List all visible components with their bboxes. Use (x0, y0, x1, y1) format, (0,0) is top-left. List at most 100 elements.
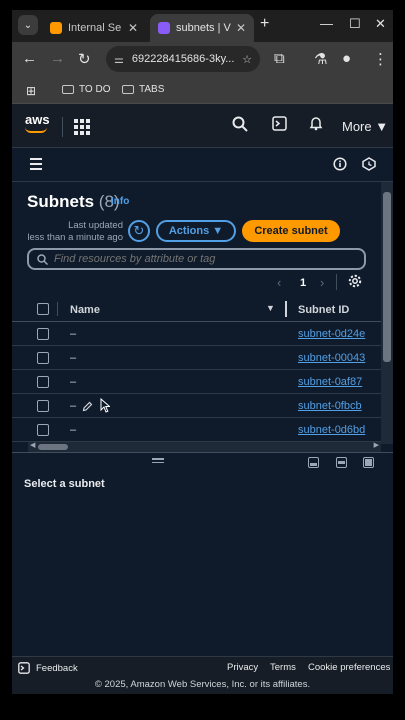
recent-activity-icon[interactable] (362, 157, 376, 176)
search-input[interactable] (54, 253, 344, 265)
maximize-icon[interactable]: ☐ (349, 16, 361, 32)
feedback-button[interactable]: Feedback (18, 662, 78, 674)
services-grid-icon[interactable] (74, 119, 90, 135)
panel-side-icon[interactable] (336, 457, 347, 468)
horizontal-scrollbar[interactable]: ◀ ▶ (28, 442, 381, 452)
info-panel-icon[interactable] (333, 157, 347, 176)
tab-subnets[interactable]: subnets | V ✕ (150, 14, 254, 42)
header-divider (62, 117, 63, 137)
reload-icon[interactable]: ↻ (78, 50, 91, 68)
aws-logo[interactable]: aws (25, 113, 50, 133)
tab-internal[interactable]: Internal Se ✕ (42, 14, 146, 42)
privacy-link[interactable]: Privacy (227, 662, 258, 673)
minimize-icon[interactable]: — (320, 16, 333, 31)
extensions-icon[interactable]: ⧉ (274, 50, 285, 67)
scrollbar-thumb[interactable] (383, 192, 391, 362)
table-row[interactable]: – subnet-0d6bd (12, 418, 381, 442)
column-resize-handle[interactable] (285, 301, 287, 317)
row-name: – (70, 352, 77, 364)
cloudshell-icon[interactable] (272, 116, 287, 135)
create-subnet-button[interactable]: Create subnet (242, 220, 340, 242)
mouse-cursor-icon (100, 397, 111, 418)
subnet-id-link[interactable]: subnet-0af87 (298, 376, 366, 388)
side-nav-menu-icon[interactable] (30, 158, 42, 173)
profile-icon[interactable]: ● (342, 50, 351, 67)
refresh-icon: ↻ (133, 223, 145, 238)
column-header-subnet-id[interactable]: Subnet ID (298, 304, 349, 316)
bookmark-tabs[interactable]: TABS (122, 84, 164, 95)
new-tab-icon[interactable]: + (260, 15, 269, 33)
refresh-button[interactable]: ↻ (128, 220, 150, 242)
subnet-id-link[interactable]: subnet-0fbcb (298, 400, 366, 412)
chrome-menu-icon[interactable]: ⋮ (373, 50, 388, 68)
actions-dropdown-button[interactable]: Actions ▼ (156, 220, 236, 242)
row-checkbox[interactable] (37, 376, 49, 388)
subnet-id-link[interactable]: subnet-0d6bd (298, 424, 366, 436)
search-icon[interactable] (232, 116, 248, 136)
next-page-icon[interactable]: › (320, 275, 324, 290)
table-header: Name ▼ Subnet ID (12, 296, 381, 322)
table-row[interactable]: – subnet-00043 (12, 346, 381, 370)
row-name: – (70, 424, 77, 436)
last-updated-label: Last updated (68, 220, 123, 231)
detail-empty-message: Select a subnet (24, 478, 105, 490)
bookmark-todo[interactable]: TO DO (62, 84, 110, 95)
resize-grip-icon[interactable] (152, 458, 164, 465)
title-text: Subnets (27, 192, 95, 211)
browser-toolbar: ← → ↻ ⚌ 692228415686-3ky... ☆ ⧉ ⚗ ● ⋮ (12, 42, 393, 76)
row-checkbox[interactable] (37, 400, 49, 412)
tab-title: Internal Se (68, 22, 122, 34)
bookmark-star-icon[interactable]: ☆ (242, 53, 252, 66)
edit-pencil-icon[interactable] (82, 399, 93, 417)
page-title: Subnets (8) (27, 192, 120, 212)
close-tab-icon[interactable]: ✕ (236, 21, 246, 35)
terms-link[interactable]: Terms (270, 662, 296, 673)
feedback-label: Feedback (36, 662, 78, 674)
back-icon[interactable]: ← (22, 50, 37, 67)
apps-icon[interactable]: ⊞ (26, 84, 36, 98)
last-updated-value: less than a minute ago (27, 232, 123, 243)
row-name: – (70, 376, 77, 388)
forward-icon[interactable]: → (50, 50, 65, 67)
close-tab-icon[interactable]: ✕ (128, 21, 138, 35)
subnet-id-link[interactable]: subnet-00043 (298, 352, 366, 364)
info-link[interactable]: Info (111, 196, 129, 207)
address-bar[interactable]: ⚌ 692228415686-3ky... ☆ (106, 46, 260, 72)
cookie-preferences-link[interactable]: Cookie preferences (308, 662, 390, 673)
select-all-checkbox[interactable] (37, 303, 49, 315)
labs-icon[interactable]: ⚗ (314, 50, 327, 68)
table-row[interactable]: – subnet-0af87 (12, 370, 381, 394)
subnet-id-link[interactable]: subnet-0d24e (298, 328, 366, 340)
aws-smile-icon (25, 127, 47, 133)
close-window-icon[interactable]: ✕ (375, 16, 386, 32)
search-bar[interactable] (27, 248, 366, 270)
row-name: – (70, 328, 77, 340)
table-settings-icon[interactable] (348, 274, 362, 291)
row-checkbox[interactable] (37, 424, 49, 436)
aws-favicon-icon (50, 22, 62, 34)
vertical-scrollbar[interactable] (381, 182, 393, 444)
copyright-text: © 2025, Amazon Web Services, Inc. or its… (94, 679, 311, 690)
more-menu-button[interactable]: More ▼ (342, 119, 388, 134)
table-row[interactable]: – subnet-0d24e (12, 322, 381, 346)
previous-page-icon[interactable]: ‹ (277, 275, 281, 290)
sort-caret-icon[interactable]: ▼ (266, 303, 275, 313)
last-updated: Last updated less than a minute ago (27, 220, 123, 244)
page-number[interactable]: 1 (300, 277, 306, 289)
notifications-bell-icon[interactable] (309, 116, 323, 135)
tab-search-icon[interactable]: ⌄ (18, 15, 38, 35)
bookmark-label: TO DO (79, 84, 111, 95)
table-row[interactable]: – subnet-0fbcb (12, 394, 381, 418)
tab-strip: ⌄ Internal Se ✕ subnets | V ✕ + — ☐ ✕ (12, 10, 393, 42)
panel-full-icon[interactable] (363, 457, 374, 468)
scrollbar-thumb[interactable] (38, 444, 68, 450)
column-divider (57, 302, 58, 316)
panel-bottom-icon[interactable] (308, 457, 319, 468)
column-header-name[interactable]: Name (70, 304, 100, 316)
scroll-right-icon[interactable]: ▶ (374, 441, 379, 449)
scroll-left-icon[interactable]: ◀ (30, 441, 35, 449)
url-text: 692228415686-3ky... (131, 53, 235, 65)
row-checkbox[interactable] (37, 328, 49, 340)
row-checkbox[interactable] (37, 352, 49, 364)
site-settings-icon[interactable]: ⚌ (114, 53, 124, 66)
